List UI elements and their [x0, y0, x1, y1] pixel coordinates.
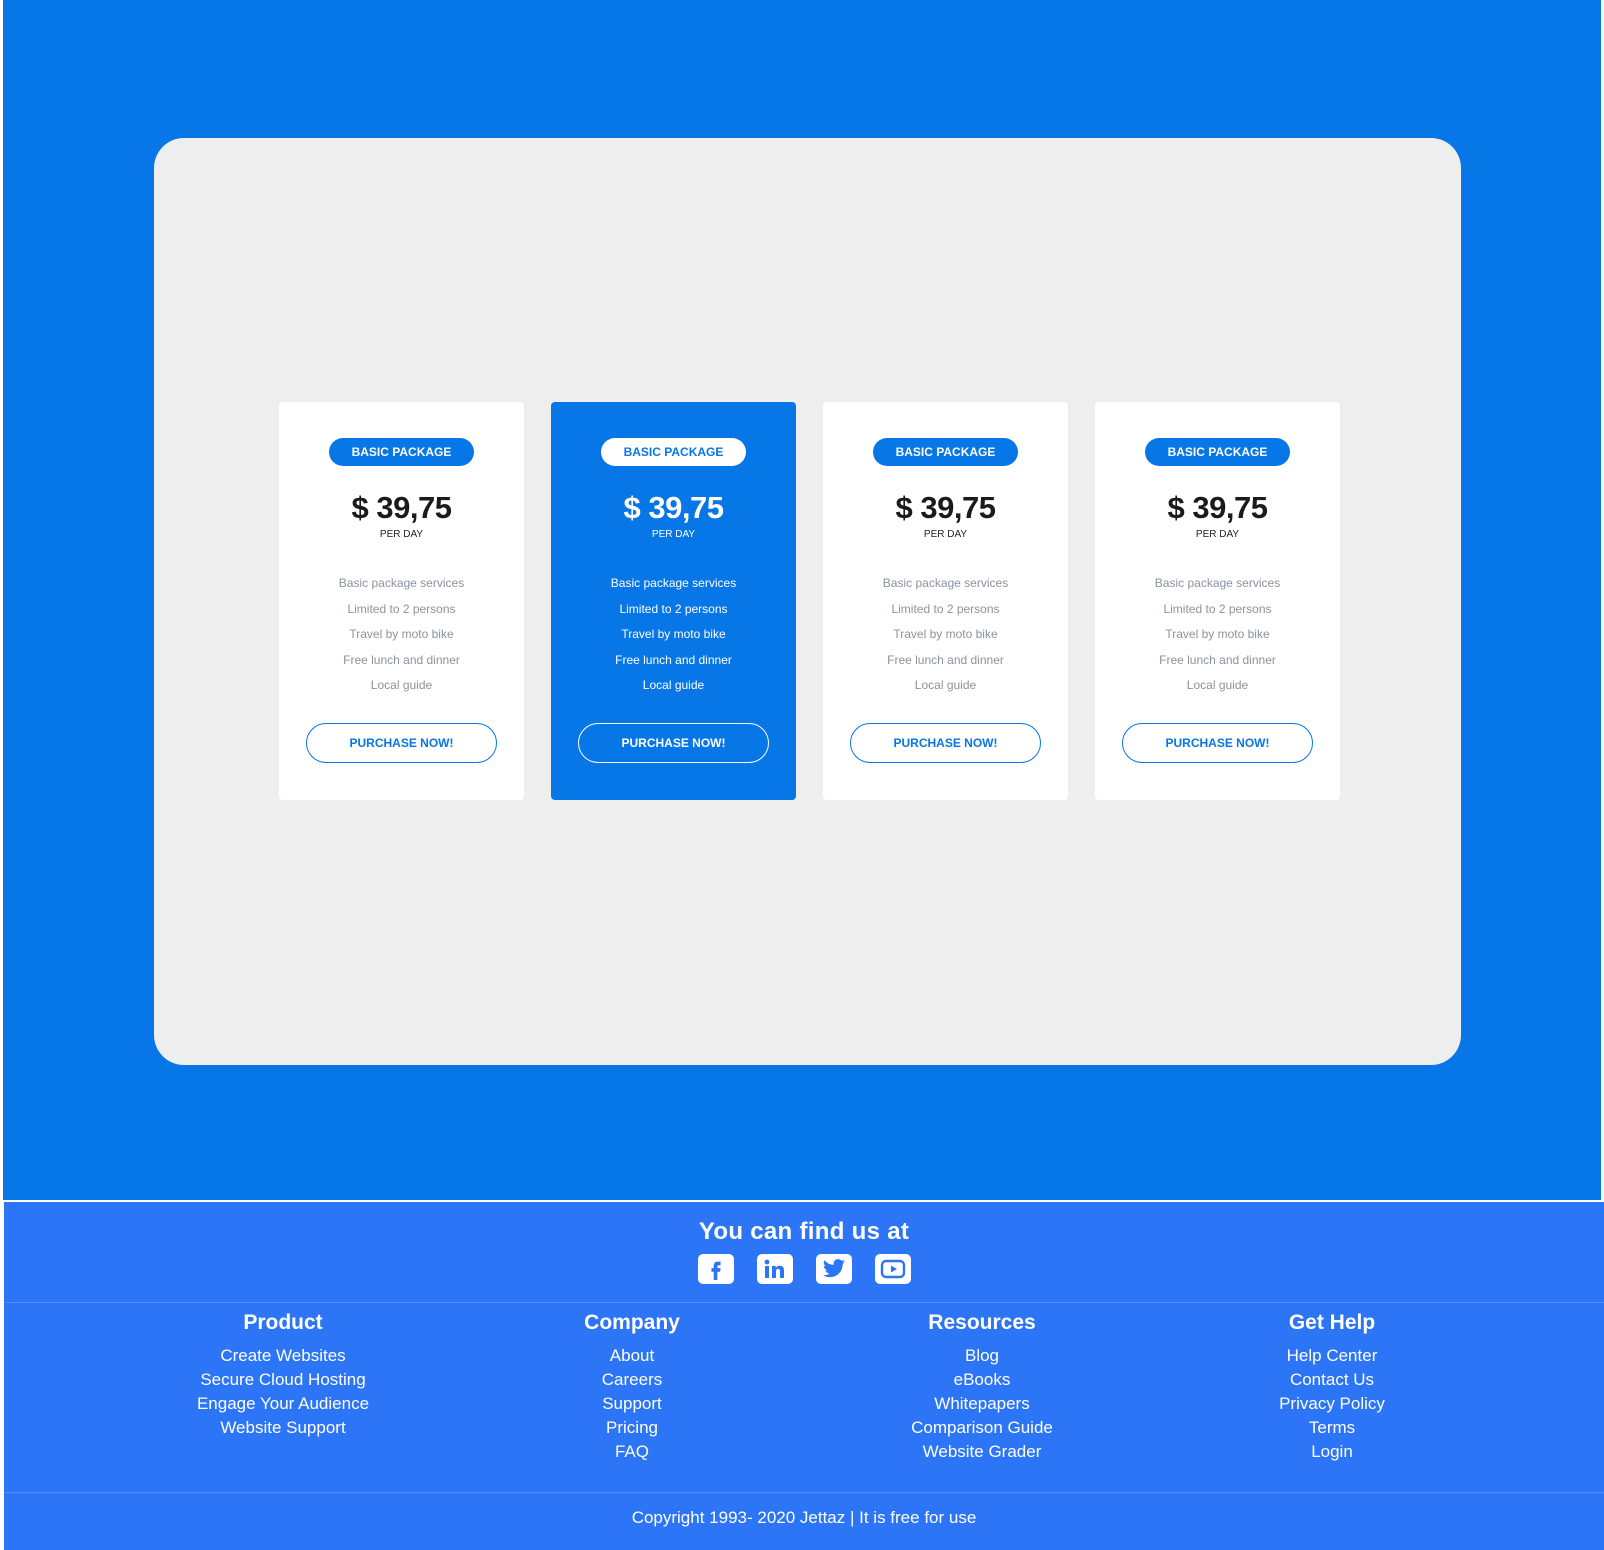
footer-column-get-help: Get Help Help Center Contact Us Privacy … [1182, 1310, 1482, 1464]
footer-link[interactable]: Privacy Policy [1182, 1392, 1482, 1416]
social-heading: You can find us at [698, 1218, 910, 1245]
footer-column-title: Resources [928, 1311, 1036, 1334]
feature-item: Limited to 2 persons [891, 601, 1000, 616]
footer-link[interactable]: Help Center [1182, 1344, 1482, 1368]
feature-item: Travel by moto bike [621, 627, 726, 641]
purchase-button[interactable]: PURCHASE NOW! [306, 723, 497, 763]
footer-link[interactable]: Careers [482, 1368, 782, 1392]
pricing-card-4: BASIC PACKAGE $ 39,75 PER DAY Basic pack… [1095, 402, 1340, 800]
feature-item: Basic package services [338, 576, 465, 590]
footer-divider [4, 1492, 1604, 1493]
feature-item: Free lunch and dinner [615, 652, 732, 667]
purchase-button[interactable]: PURCHASE NOW! [578, 723, 769, 763]
price-period: PER DAY [651, 529, 696, 540]
price: $ 39,75 [623, 490, 724, 525]
package-badge: BASIC PACKAGE [329, 438, 474, 466]
footer-link[interactable]: eBooks [832, 1368, 1132, 1392]
pricing-card-2: BASIC PACKAGE $ 39,75 PER DAY Basic pack… [551, 402, 796, 800]
footer-link[interactable]: Terms [1182, 1416, 1482, 1440]
youtube-icon[interactable] [874, 1254, 911, 1284]
pricing-card-1: BASIC PACKAGE $ 39,75 PER DAY Basic pack… [279, 402, 524, 800]
linkedin-icon[interactable] [756, 1254, 793, 1284]
feature-item: Travel by moto bike [349, 627, 454, 641]
footer-link[interactable]: Secure Cloud Hosting [133, 1368, 433, 1392]
facebook-icon[interactable] [697, 1254, 734, 1284]
footer-columns: Product Create Websites Secure Cloud Hos… [4, 1310, 1604, 1500]
feature-item: Basic package services [882, 576, 1009, 590]
feature-list: Basic package services Limited to 2 pers… [551, 571, 796, 699]
footer-link[interactable]: Whitepapers [832, 1392, 1132, 1416]
social-links [4, 1254, 1604, 1284]
feature-item: Free lunch and dinner [1159, 652, 1276, 667]
package-badge: BASIC PACKAGE [1145, 438, 1290, 466]
package-badge: BASIC PACKAGE [873, 438, 1018, 466]
feature-item: Limited to 2 persons [1163, 601, 1272, 616]
footer-link[interactable]: Login [1182, 1440, 1482, 1464]
pricing-card-3: BASIC PACKAGE $ 39,75 PER DAY Basic pack… [823, 402, 1068, 800]
feature-list: Basic package services Limited to 2 pers… [823, 571, 1068, 699]
footer-link[interactable]: Comparison Guide [832, 1416, 1132, 1440]
feature-item: Free lunch and dinner [887, 652, 1004, 667]
feature-item: Local guide [642, 678, 705, 692]
feature-item: Free lunch and dinner [343, 652, 460, 667]
feature-item: Local guide [370, 678, 433, 692]
footer-divider [4, 1302, 1604, 1303]
footer-link[interactable]: Website Grader [832, 1440, 1132, 1464]
twitter-icon[interactable] [815, 1254, 852, 1284]
feature-item: Basic package services [610, 576, 737, 590]
footer-link[interactable]: About [482, 1344, 782, 1368]
site-footer: You can find us at Product Create Websit… [4, 1202, 1604, 1550]
price: $ 39,75 [351, 490, 452, 525]
footer-link[interactable]: Website Support [133, 1416, 433, 1440]
purchase-button[interactable]: PURCHASE NOW! [850, 723, 1041, 763]
copyright-text: Copyright 1993- 2020 Jettaz | It is free… [631, 1508, 977, 1527]
package-badge: BASIC PACKAGE [601, 438, 746, 466]
feature-item: Local guide [1186, 678, 1249, 692]
footer-link[interactable]: Pricing [482, 1416, 782, 1440]
price-period: PER DAY [379, 529, 424, 540]
pricing-panel: BASIC PACKAGE $ 39,75 PER DAY Basic pack… [154, 138, 1461, 1065]
footer-link[interactable]: Support [482, 1392, 782, 1416]
feature-list: Basic package services Limited to 2 pers… [1095, 571, 1340, 699]
footer-link[interactable]: Contact Us [1182, 1368, 1482, 1392]
footer-link[interactable]: Engage Your Audience [133, 1392, 433, 1416]
footer-column-company: Company About Careers Support Pricing FA… [482, 1310, 782, 1464]
price: $ 39,75 [895, 490, 996, 525]
footer-column-title: Product [243, 1311, 323, 1334]
price: $ 39,75 [1167, 490, 1268, 525]
footer-column-product: Product Create Websites Secure Cloud Hos… [133, 1310, 433, 1440]
footer-column-title: Get Help [1288, 1311, 1376, 1334]
footer-link[interactable]: Blog [832, 1344, 1132, 1368]
feature-item: Basic package services [1154, 576, 1281, 590]
price-period: PER DAY [923, 529, 968, 540]
purchase-button[interactable]: PURCHASE NOW! [1122, 723, 1313, 763]
footer-link[interactable]: Create Websites [133, 1344, 433, 1368]
pricing-section: BASIC PACKAGE $ 39,75 PER DAY Basic pack… [3, 0, 1601, 1200]
feature-item: Limited to 2 persons [619, 601, 728, 616]
feature-item: Local guide [914, 678, 977, 692]
footer-link[interactable]: FAQ [482, 1440, 782, 1464]
footer-column-resources: Resources Blog eBooks Whitepapers Compar… [832, 1310, 1132, 1464]
price-period: PER DAY [1195, 529, 1240, 540]
feature-item: Travel by moto bike [893, 627, 998, 641]
feature-item: Travel by moto bike [1165, 627, 1270, 641]
feature-item: Limited to 2 persons [347, 601, 456, 616]
feature-list: Basic package services Limited to 2 pers… [279, 571, 524, 699]
footer-column-title: Company [584, 1311, 680, 1334]
